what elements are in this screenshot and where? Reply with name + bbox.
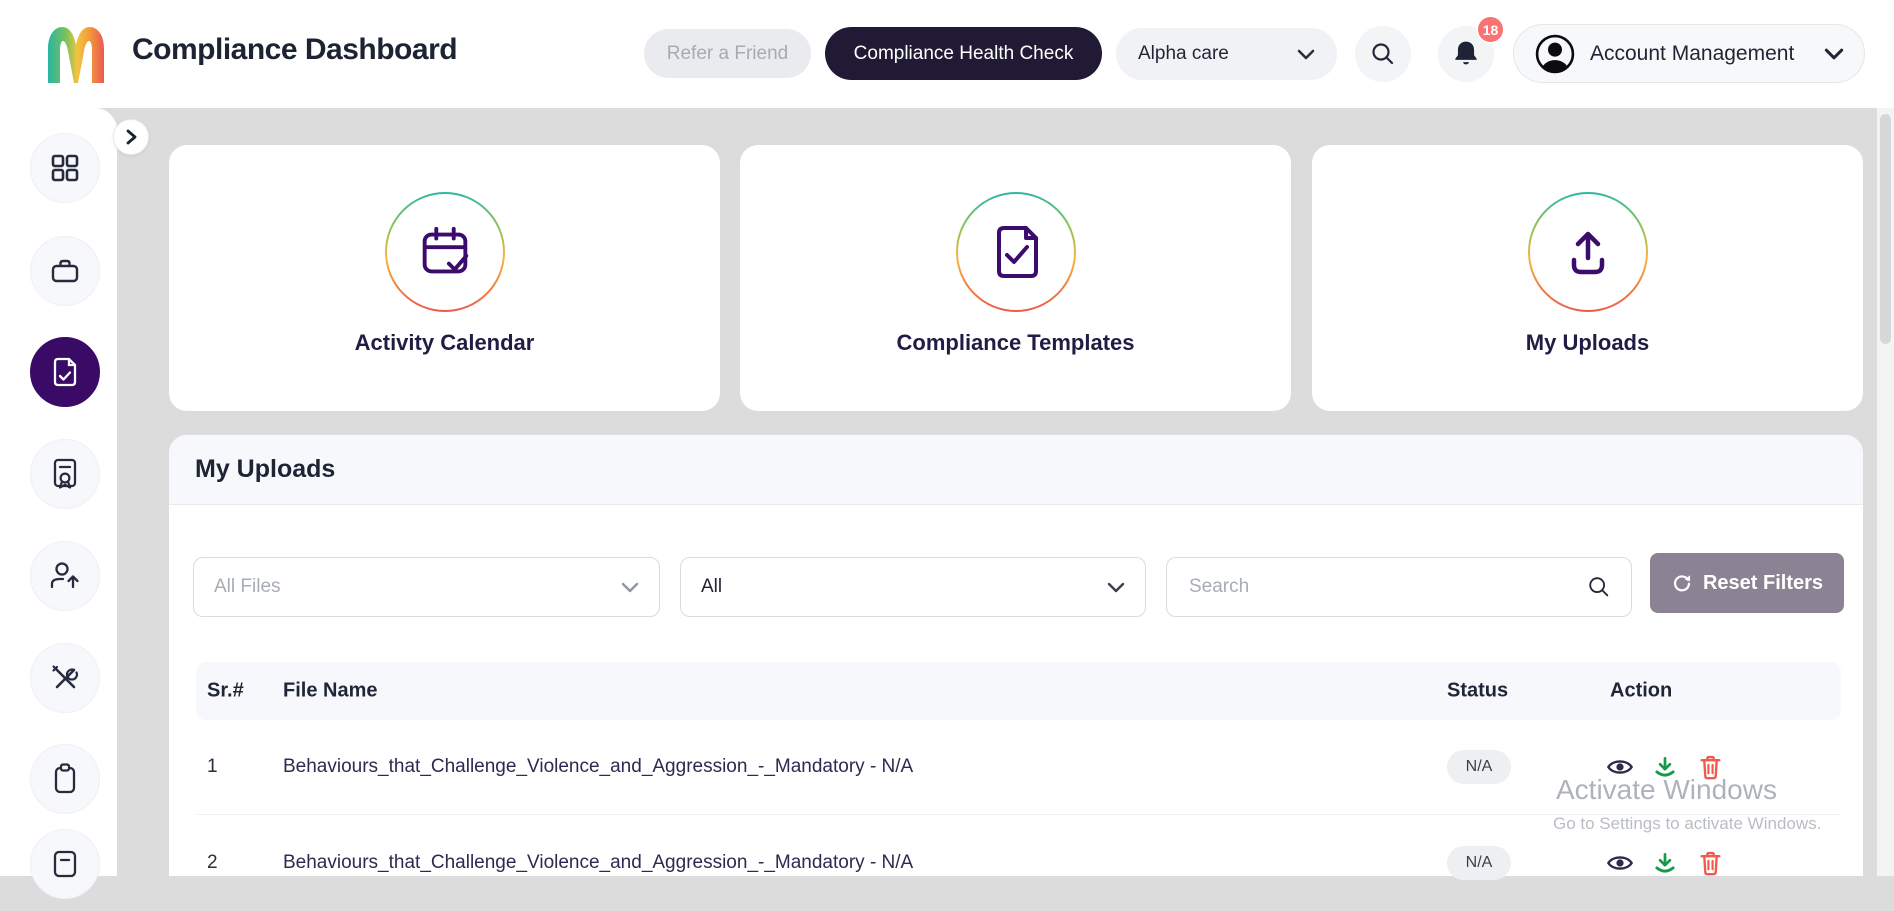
page-scrollbar[interactable]: [1877, 108, 1894, 876]
briefcase-icon: [49, 255, 81, 287]
row-serial: 1: [207, 756, 218, 777]
card-label: Activity Calendar: [354, 330, 535, 355]
col-header-file-name: File Name: [283, 679, 378, 702]
clipboard-icon: [50, 762, 80, 796]
sidebar-item-services[interactable]: [30, 236, 100, 306]
refresh-icon: [1671, 572, 1693, 594]
upload-icon: [1559, 222, 1617, 282]
certificate-icon: [49, 457, 81, 491]
file-check-icon: [987, 221, 1045, 283]
card-label: Compliance Templates: [896, 330, 1135, 355]
search-field-wrap: [1166, 557, 1632, 617]
sidebar-item-dashboard[interactable]: [30, 133, 100, 203]
chevron-right-icon: [126, 129, 137, 145]
file-type-filter-select[interactable]: All Files: [193, 557, 660, 617]
card-label: My Uploads: [1525, 330, 1650, 355]
status-filter-select[interactable]: All: [680, 557, 1146, 617]
section-title: My Uploads: [195, 455, 336, 483]
chevron-down-icon: [621, 582, 639, 593]
gradient-ring: [385, 192, 505, 312]
notification-count-badge: 18: [1476, 15, 1505, 44]
account-management-label: Account Management: [1590, 41, 1795, 65]
download-icon: [1655, 852, 1675, 873]
gradient-ring: [1528, 192, 1648, 312]
document-check-icon: [50, 356, 80, 388]
chevron-down-icon: [1107, 582, 1125, 593]
bell-icon: [1453, 40, 1479, 68]
compliance-health-check-button[interactable]: Compliance Health Check: [825, 27, 1102, 80]
activate-windows-subtext: Go to Settings to activate Windows.: [1553, 814, 1822, 833]
sidebar-item-certificates[interactable]: [30, 439, 100, 509]
gradient-ring: [956, 192, 1076, 312]
sidebar-expand-button[interactable]: [113, 119, 149, 155]
sidebar-item-reports[interactable]: [30, 829, 100, 899]
search-input[interactable]: [1187, 575, 1587, 599]
sidebar-nav: [0, 108, 117, 899]
dashboard-grid-icon: [50, 153, 80, 183]
table-header-row: Sr.# File Name Status Action: [196, 662, 1841, 720]
col-header-status: Status: [1447, 679, 1509, 702]
file-type-filter-placeholder: All Files: [214, 576, 281, 597]
col-header-sr: Sr.#: [207, 679, 244, 702]
chevron-down-icon: [1824, 48, 1844, 60]
download-file-button[interactable]: [1651, 849, 1679, 877]
my-uploads-card[interactable]: My Uploads: [1312, 145, 1863, 411]
status-badge: N/A: [1447, 846, 1511, 880]
report-icon: [50, 848, 80, 880]
avatar-icon: [1534, 33, 1576, 75]
sidebar-item-compliance[interactable]: [30, 337, 100, 407]
app-logo-icon: [42, 20, 110, 86]
search-icon: [1587, 575, 1611, 599]
user-upload-icon: [48, 559, 82, 593]
row-file-name: Behaviours_that_Challenge_Violence_and_A…: [283, 756, 914, 777]
refer-a-friend-button[interactable]: Refer a Friend: [644, 29, 811, 78]
search-button[interactable]: [1355, 26, 1411, 82]
status-filter-value: All: [701, 576, 723, 597]
sidebar-item-tools[interactable]: [30, 643, 100, 713]
calendar-check-icon: [414, 221, 476, 283]
reset-filters-button[interactable]: Reset Filters: [1650, 553, 1844, 613]
trash-icon: [1699, 851, 1721, 875]
sidebar-item-staff-upload[interactable]: [30, 541, 100, 611]
organisation-select[interactable]: Alpha care: [1116, 28, 1337, 80]
eye-icon: [1606, 856, 1634, 870]
delete-file-button[interactable]: [1696, 849, 1724, 877]
search-icon: [1370, 41, 1396, 67]
row-file-name: Behaviours_that_Challenge_Violence_and_A…: [283, 852, 914, 873]
compliance-templates-card[interactable]: Compliance Templates: [740, 145, 1291, 411]
col-header-action: Action: [1610, 679, 1673, 702]
top-header: Compliance Dashboard Refer a Friend Comp…: [0, 0, 1894, 108]
organisation-select-value: Alpha care: [1138, 43, 1229, 64]
sidebar-item-clipboard[interactable]: [30, 744, 100, 814]
activity-calendar-card[interactable]: Activity Calendar: [169, 145, 720, 411]
scrollbar-thumb[interactable]: [1880, 114, 1891, 344]
tools-icon: [49, 662, 81, 694]
row-actions: [1606, 849, 1724, 877]
chevron-down-icon: [1297, 49, 1315, 60]
panel-header: My Uploads: [169, 435, 1863, 505]
account-management-menu[interactable]: Account Management: [1513, 24, 1865, 83]
reset-filters-label: Reset Filters: [1702, 571, 1824, 594]
activate-windows-watermark: Activate Windows: [1556, 774, 1777, 805]
row-serial: 2: [207, 852, 218, 873]
my-uploads-panel: My Uploads All Files All Reset Filters S…: [169, 435, 1863, 880]
page-title: Compliance Dashboard: [132, 33, 458, 66]
status-badge: N/A: [1447, 750, 1511, 784]
view-file-button[interactable]: [1606, 849, 1634, 877]
